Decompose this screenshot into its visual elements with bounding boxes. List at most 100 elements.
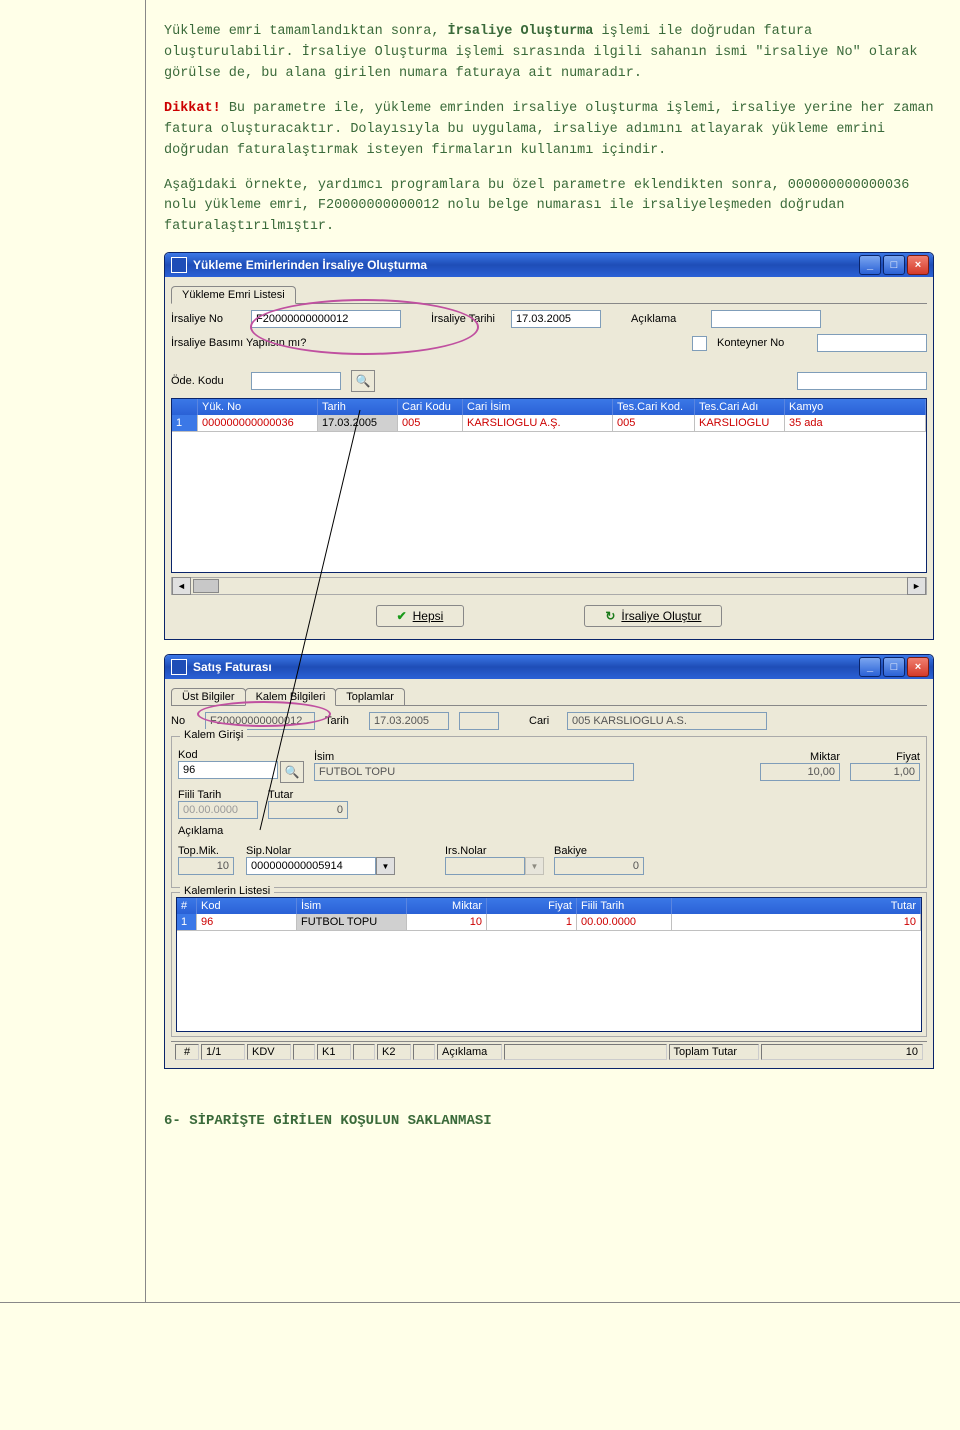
- input-ode-kodu-extra[interactable]: [797, 372, 927, 390]
- hepsi-label: Hepsi: [413, 609, 444, 623]
- label-tarih2: Tarih: [325, 715, 359, 727]
- input-no: F20000000000012: [205, 712, 315, 730]
- input-irs-nolar: [445, 857, 525, 875]
- gc-idx: 1: [172, 415, 198, 432]
- gh2-fiili-tarih[interactable]: Fiili Tarih: [577, 898, 672, 914]
- label-irs-nolar: Irs.Nolar: [445, 845, 544, 857]
- label-irsaliye-tarihi: İrsaliye Tarihi: [431, 313, 501, 325]
- checkbox-basim[interactable]: [692, 336, 707, 351]
- minimize-button-2[interactable]: _: [859, 657, 881, 677]
- dropdown-irs-nolar[interactable]: ▼: [445, 857, 544, 875]
- fieldset-kalem-girisi: Kalem Girişi Kod 96 🔍 İsim FUTBOL TOPU: [171, 736, 927, 888]
- label-tutar: Tutar: [268, 789, 348, 801]
- gh-tes-cari-kod[interactable]: Tes.Cari Kod.: [613, 399, 695, 415]
- label-isim: İsim: [314, 751, 750, 763]
- gh2-kod[interactable]: Kod: [197, 898, 297, 914]
- label-bakiye: Bakiye: [554, 845, 644, 857]
- tab-yukleme-emri-listesi[interactable]: Yükleme Emri Listesi: [171, 286, 296, 304]
- input-fiyat: 1,00: [850, 763, 920, 781]
- gh-0[interactable]: [172, 399, 198, 415]
- section-title: 6- SİPARİŞTE GİRİLEN KOŞULUN SAKLANMASI: [164, 1113, 934, 1129]
- close-button-2[interactable]: ×: [907, 657, 929, 677]
- gh2-fiyat[interactable]: Fiyat: [487, 898, 577, 914]
- maximize-button[interactable]: □: [883, 255, 905, 275]
- input-irsaliye-no[interactable]: F20000000000012: [251, 310, 401, 328]
- input-konteyner[interactable]: [817, 334, 927, 352]
- input-tarih2: 17.03.2005: [369, 712, 449, 730]
- label-cari: Cari: [529, 715, 557, 727]
- paragraph-1: Yükleme emri tamamlandıktan sonra, İrsal…: [164, 22, 934, 85]
- titlebar-2: Satış Faturası _ □ ×: [165, 655, 933, 679]
- chevron-down-icon-2[interactable]: ▼: [525, 857, 544, 875]
- label-fiili-tarih: Fiili Tarih: [178, 789, 258, 801]
- gc2-tutar: 10: [672, 914, 921, 931]
- grid2-row-1[interactable]: 1 96 FUTBOL TOPU 10 1 00.00.0000 10: [177, 914, 921, 931]
- input-sip-nolar: 000000000005914: [246, 857, 376, 875]
- p1-text-a: Yükleme emri tamamlandıktan sonra,: [164, 24, 448, 39]
- input-kod[interactable]: 96: [178, 761, 278, 779]
- check-icon: ✔: [397, 609, 407, 623]
- label-no: No: [171, 715, 195, 727]
- label-konteyner: Konteyner No: [717, 337, 807, 349]
- input-ode-kodu[interactable]: [251, 372, 341, 390]
- dropdown-sip-nolar[interactable]: 000000000005914 ▼: [246, 857, 395, 875]
- label-ode-kodu: Öde. Kodu: [171, 375, 241, 387]
- gc-tes-cari-kod: 005: [613, 415, 695, 432]
- minimize-button[interactable]: _: [859, 255, 881, 275]
- status-hash: #: [175, 1044, 199, 1060]
- p2-text: Bu parametre ile, yükleme emrinden irsal…: [164, 101, 934, 158]
- input-irsaliye-tarihi[interactable]: 17.03.2005: [511, 310, 601, 328]
- status-pager: 1/1: [201, 1044, 245, 1060]
- tab-ust-bilgiler[interactable]: Üst Bilgiler: [171, 688, 246, 705]
- scroll-thumb[interactable]: [193, 579, 219, 593]
- gh-tarih[interactable]: Tarih: [318, 399, 398, 415]
- gh-cari-isim[interactable]: Cari İsim: [463, 399, 613, 415]
- titlebar-1: Yükleme Emirlerinden İrsaliye Oluşturma …: [165, 253, 933, 277]
- input-tarih2-extra: [459, 712, 499, 730]
- tab-kalem-bilgileri[interactable]: Kalem Bilgileri: [245, 688, 337, 706]
- label-irsaliye-no: İrsaliye No: [171, 313, 241, 325]
- status-aciklama-val: [504, 1044, 667, 1060]
- gc-kamyo: 35 ada: [785, 415, 926, 432]
- lookup-kod-button[interactable]: 🔍: [280, 761, 304, 783]
- input-top-mik: 10: [178, 857, 234, 875]
- status-k2[interactable]: K2: [377, 1044, 411, 1060]
- gh2-isim[interactable]: İsim: [297, 898, 407, 914]
- status-kdv-val: [293, 1044, 315, 1060]
- input-aciklama[interactable]: [711, 310, 821, 328]
- lookup-ode-kodu-button[interactable]: 🔍: [351, 370, 375, 392]
- gh-kamyo[interactable]: Kamyo: [785, 399, 926, 415]
- gh-tes-cari-adi[interactable]: Tes.Cari Adı: [695, 399, 785, 415]
- status-kdv[interactable]: KDV: [247, 1044, 291, 1060]
- status-aciklama[interactable]: Açıklama: [437, 1044, 502, 1060]
- scroll-right-button[interactable]: ►: [907, 577, 926, 595]
- gh2-tutar[interactable]: Tutar: [672, 898, 921, 914]
- label-aciklama: Açıklama: [631, 313, 701, 325]
- input-bakiye: 0: [554, 857, 644, 875]
- tab-toplamlar[interactable]: Toplamlar: [335, 688, 405, 705]
- close-button[interactable]: ×: [907, 255, 929, 275]
- gh2-idx[interactable]: #: [177, 898, 197, 914]
- label-top-mik: Top.Mik.: [178, 845, 236, 857]
- gc2-isim: FUTBOL TOPU: [297, 914, 407, 931]
- fieldset-kalemlerin-listesi: Kalemlerin Listesi # Kod İsim Miktar Fiy…: [171, 892, 927, 1037]
- gc-cari-kodu: 005: [398, 415, 463, 432]
- chevron-down-icon[interactable]: ▼: [376, 857, 395, 875]
- maximize-button-2[interactable]: □: [883, 657, 905, 677]
- statusbar: # 1/1 KDV K1 K2 Açıklama Toplam Tutar 10: [171, 1041, 927, 1062]
- scroll-left-button[interactable]: ◄: [172, 577, 191, 595]
- irsaliye-olustur-button[interactable]: ↻İrsaliye Oluştur: [584, 605, 722, 627]
- status-toplam-label: Toplam Tutar: [669, 1044, 759, 1060]
- grid-row-1[interactable]: 1 000000000000036 17.03.2005 005 KARSLIO…: [172, 415, 926, 432]
- hepsi-button[interactable]: ✔ Hepsi: [376, 605, 465, 627]
- label-kod: Kod: [178, 749, 304, 761]
- horizontal-scrollbar[interactable]: ◄ ►: [171, 577, 927, 595]
- status-k1[interactable]: K1: [317, 1044, 351, 1060]
- gh-yuk-no[interactable]: Yük. No: [198, 399, 318, 415]
- gh-cari-kodu[interactable]: Cari Kodu: [398, 399, 463, 415]
- status-k1-val: [353, 1044, 375, 1060]
- paragraph-3: Aşağıdaki örnekte, yardımcı programlara …: [164, 176, 934, 239]
- gh2-miktar[interactable]: Miktar: [407, 898, 487, 914]
- input-tutar: 0: [268, 801, 348, 819]
- label-miktar: Miktar: [760, 751, 840, 763]
